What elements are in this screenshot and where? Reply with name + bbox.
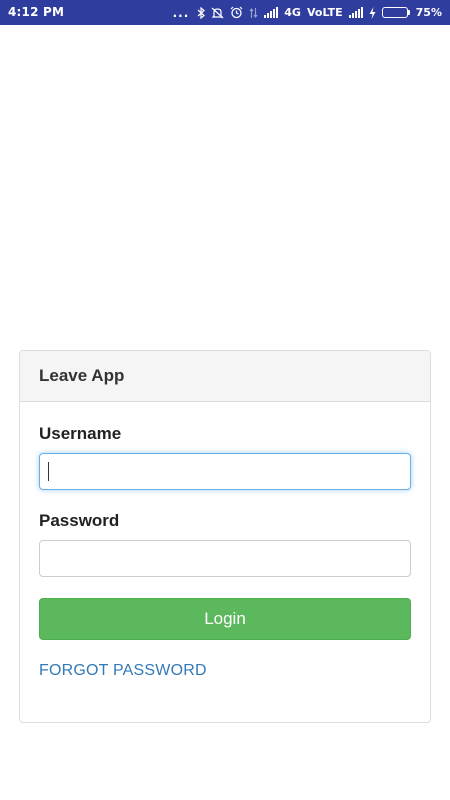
- more-notifications-indicator: ...: [172, 5, 190, 20]
- forgot-password-link[interactable]: FORGOT PASSWORD: [39, 662, 207, 680]
- data-transfer-icon: [249, 7, 258, 19]
- password-input[interactable]: [39, 540, 411, 577]
- username-input[interactable]: [39, 453, 411, 490]
- alarm-clock-icon: [230, 6, 243, 19]
- status-icons: ... 4G VoLTE 75%: [173, 0, 442, 25]
- password-label: Password: [39, 511, 120, 530]
- status-bar: 4:12 PM ... 4G VoLTE 75%: [0, 0, 450, 25]
- signal-strength-icon: [264, 7, 279, 18]
- signal-strength-2-icon: [348, 7, 363, 18]
- status-time: 4:12 PM: [8, 5, 65, 19]
- login-panel: Leave App Username Password Login FORGOT…: [19, 350, 431, 723]
- panel-title: Leave App: [20, 351, 430, 402]
- silent-mode-icon: [211, 7, 224, 19]
- charging-bolt-icon: [369, 6, 376, 19]
- username-label: Username: [39, 424, 122, 443]
- login-button[interactable]: Login: [39, 598, 411, 640]
- bluetooth-icon: [197, 6, 206, 19]
- network-type-label: 4G: [284, 6, 301, 19]
- volte-label: VoLTE: [306, 6, 343, 19]
- text-cursor: [48, 462, 49, 481]
- battery-percent: 75%: [415, 6, 442, 19]
- battery-icon: [381, 7, 410, 18]
